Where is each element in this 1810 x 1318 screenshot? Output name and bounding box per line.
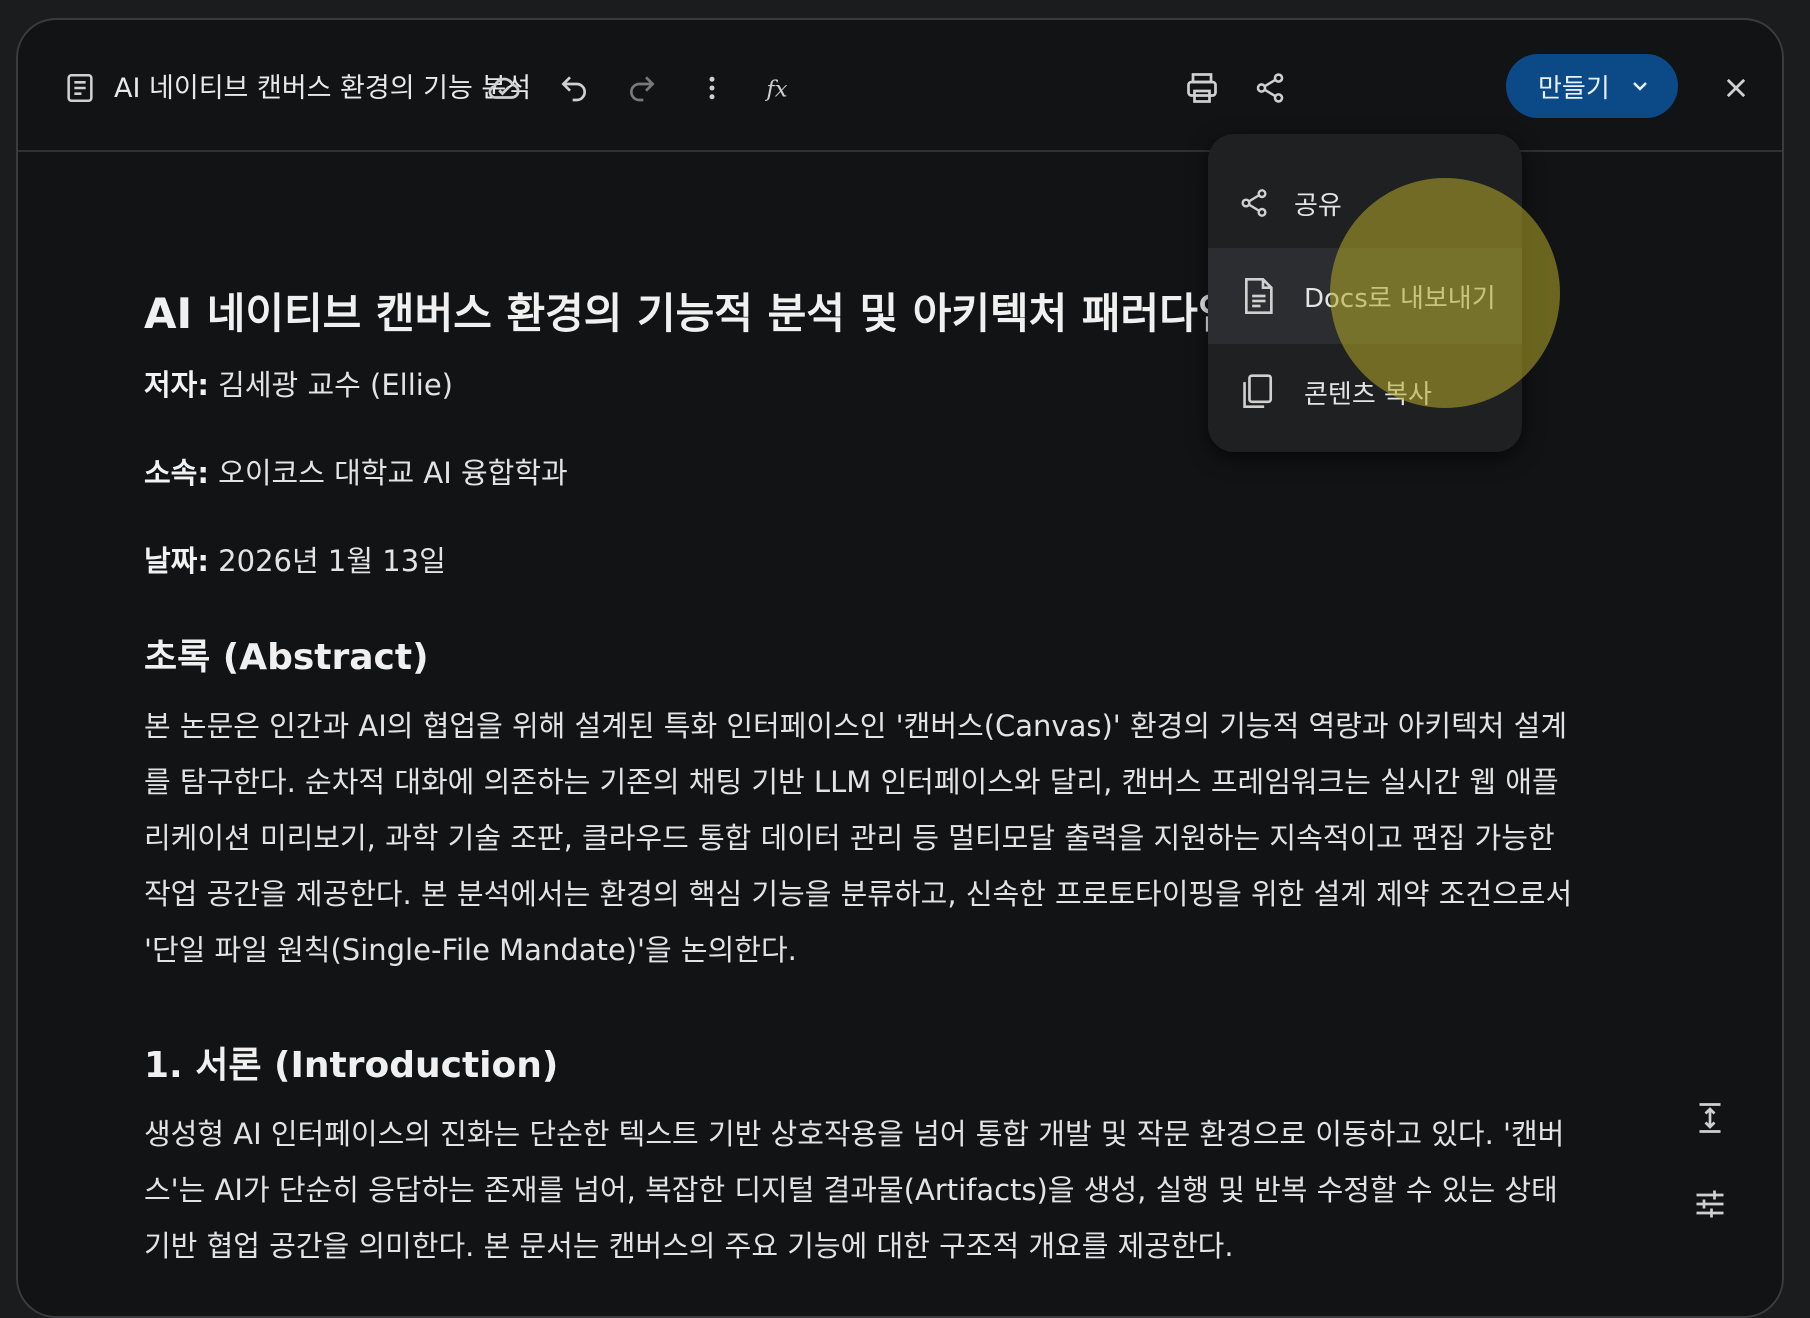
print-icon[interactable] [1178,64,1226,112]
intro-line: 스'는 AI가 단순히 응답하는 존재를 넘어, 복잡한 디지털 결과물(Art… [144,1173,1558,1207]
affiliation-line: 소속: 오이코스 대학교 AI 융합학과 [144,450,568,492]
copy-icon [1236,372,1276,412]
more-vert-icon[interactable] [688,64,736,112]
tune-icon[interactable] [1692,1186,1732,1226]
menu-item-label: 공유 [1294,190,1342,221]
canvas-window: AI 네이티브 캔버스 환경의 기능 분석 fx 만들기 AI 네이티브 캔버스… [16,18,1784,1318]
page-title: AI 네이티브 캔버스 환경의 기능적 분석 및 아키텍처 패러다임 [144,289,1237,338]
date-line: 날짜: 2026년 1월 13일 [144,538,446,580]
intro-line: 기반 협업 공간을 의미한다. 본 문서는 캔버스의 주요 기능에 대한 구조적… [144,1229,1234,1263]
menu-item-copy-content[interactable]: 콘텐츠 복사 [1208,344,1522,440]
share-icon [1234,183,1274,223]
abstract-heading: 초록 (Abstract) [144,637,429,678]
create-dropdown-menu: 공유 Docs로 내보내기 콘텐츠 복사 [1208,134,1522,452]
menu-item-export-docs[interactable]: Docs로 내보내기 [1208,248,1522,344]
affiliation-value: 오이코스 대학교 AI 융합학과 [208,456,568,490]
abstract-line: 작업 공간을 제공한다. 본 분석에서는 환경의 핵심 기능을 분류하고, 신속… [144,877,1573,911]
menu-item-label: Docs로 내보내기 [1304,283,1496,314]
intro-heading: 1. 서론 (Introduction) [144,1045,559,1086]
intro-line: 생성형 AI 인터페이스의 진화는 단순한 텍스트 기반 상호작용을 넘어 통합… [144,1117,1565,1151]
document-title[interactable]: AI 네이티브 캔버스 환경의 기능 분석 [114,66,531,105]
toolbar: AI 네이티브 캔버스 환경의 기능 분석 fx 만들기 [18,20,1782,152]
close-icon[interactable] [1712,64,1760,112]
author-value: 김세광 교수 (Ellie) [208,368,453,402]
affiliation-label: 소속: [144,456,209,490]
redo-icon[interactable] [618,64,666,112]
author-label: 저자: [144,368,209,402]
author-line: 저자: 김세광 교수 (Ellie) [144,362,453,404]
document-icon [60,68,100,108]
docs-icon [1238,276,1278,316]
svg-text:fx: fx [765,77,788,103]
undo-icon[interactable] [550,64,598,112]
abstract-line: 를 탐구한다. 순차적 대화에 의존하는 기존의 채팅 기반 LLM 인터페이스… [144,765,1559,799]
abstract-line: 리케이션 미리보기, 과학 기술 조판, 클라우드 통합 데이터 관리 등 멀티… [144,821,1555,855]
abstract-paragraph: 본 논문은 인간과 AI의 협업을 위해 설계된 특화 인터페이스인 '캔버스(… [144,698,1624,978]
create-button-label: 만들기 [1538,73,1610,104]
intro-paragraph: 생성형 AI 인터페이스의 진화는 단순한 텍스트 기반 상호작용을 넘어 통합… [144,1106,1624,1274]
cloud-save-icon[interactable] [480,64,528,112]
abstract-line: 본 논문은 인간과 AI의 협업을 위해 설계된 특화 인터페이스인 '캔버스(… [144,709,1568,743]
function-fx-icon[interactable]: fx [758,64,806,112]
expand-height-icon[interactable] [1692,1100,1732,1140]
date-value: 2026년 1월 13일 [208,544,446,578]
share-icon[interactable] [1246,64,1294,112]
create-button[interactable]: 만들기 [1506,54,1678,118]
abstract-line: '단일 파일 원칙(Single-File Mandate)'을 논의한다. [144,933,797,967]
menu-item-label: 콘텐츠 복사 [1304,379,1432,410]
menu-item-share[interactable]: 공유 [1208,158,1522,248]
date-label: 날짜: [144,544,209,578]
chevron-down-icon [1628,74,1652,105]
